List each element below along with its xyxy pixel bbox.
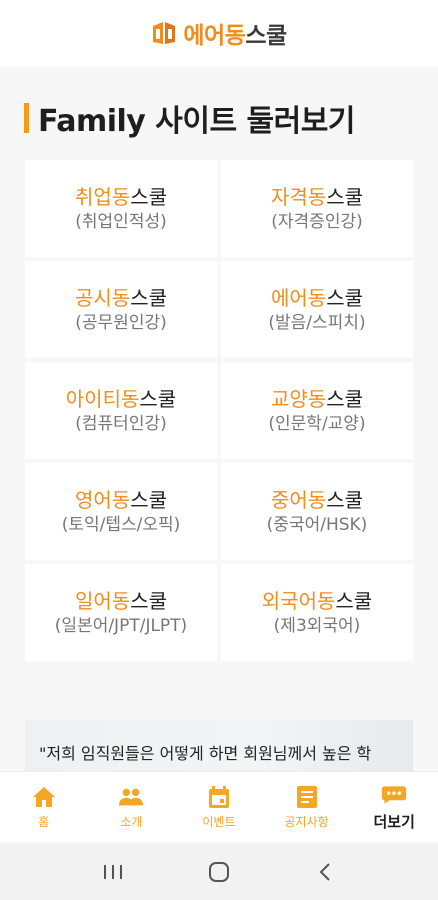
site-name: 외국어동스쿨 (261, 588, 373, 613)
nav-label: 더보기 (373, 813, 415, 831)
site-subtitle: (취업인적성) (75, 211, 167, 232)
back-button[interactable] (305, 857, 345, 887)
more-chat-icon (381, 783, 407, 807)
logo-mark-icon (153, 22, 176, 44)
nav-more[interactable]: 더보기 (350, 772, 438, 843)
site-subtitle: (컴퓨터인강) (75, 413, 167, 434)
site-subtitle: (자격증인강) (271, 211, 363, 232)
nav-event[interactable]: 이벤트 (175, 772, 263, 843)
site-card[interactable]: 공시동스쿨 (공무원인강) (25, 261, 217, 358)
site-name: 중어동스쿨 (270, 487, 363, 512)
title-accent-bar (24, 103, 29, 133)
notice-list-icon (294, 785, 320, 809)
home-system-button[interactable] (199, 857, 239, 887)
site-card[interactable]: 중어동스쿨 (중국어/HSK) (221, 463, 413, 560)
site-name: 취업동스쿨 (74, 184, 167, 209)
site-name: 영어동스쿨 (74, 487, 167, 512)
section-title: Family 사이트 둘러보기 (24, 96, 355, 140)
site-card[interactable]: 에어동스쿨 (발음/스피치) (221, 261, 413, 358)
site-subtitle: (공무원인강) (75, 312, 167, 333)
nav-label: 이벤트 (202, 815, 236, 829)
home-icon (31, 785, 57, 809)
nav-home[interactable]: 홈 (0, 772, 88, 843)
site-card[interactable]: 일어동스쿨 (일본어/JPT/JLPT) (25, 564, 217, 661)
site-name: 공시동스쿨 (74, 285, 167, 310)
people-icon (118, 785, 144, 809)
nav-label: 소개 (120, 815, 143, 829)
page-title: Family 사이트 둘러보기 (38, 104, 355, 139)
nav-notice[interactable]: 공지사항 (263, 772, 351, 843)
system-nav-bar (0, 843, 438, 900)
back-chevron-icon (319, 862, 330, 881)
site-card[interactable]: 외국어동스쿨 (제3외국어) (221, 564, 413, 661)
site-card[interactable]: 아이티동스쿨 (컴퓨터인강) (25, 362, 217, 459)
logo-text: 에어동스쿨 (183, 23, 287, 49)
site-card[interactable]: 자격동스쿨 (자격증인강) (221, 160, 413, 257)
bottom-nav: 홈 소개 이벤트 공지사항 더보기 (0, 771, 438, 843)
site-card[interactable]: 취업동스쿨 (취업인적성) (25, 160, 217, 257)
site-name: 아이티동스쿨 (65, 386, 177, 411)
site-subtitle: (중국어/HSK) (266, 514, 368, 535)
site-card[interactable]: 교양동스쿨 (인문학/교양) (221, 362, 413, 459)
nav-intro[interactable]: 소개 (88, 772, 176, 843)
site-name: 자격동스쿨 (270, 184, 363, 209)
site-subtitle: (인문학/교양) (268, 413, 366, 434)
site-subtitle: (토익/텝스/오픽) (61, 514, 181, 535)
nav-label: 홈 (38, 815, 50, 829)
recent-apps-button[interactable] (93, 857, 133, 887)
family-site-grid: 취업동스쿨 (취업인적성) 자격동스쿨 (자격증인강) 공시동스쿨 (공무원인강… (25, 160, 413, 661)
site-subtitle: (제3외국어) (273, 615, 361, 636)
home-circle-icon (209, 861, 229, 882)
site-subtitle: (발음/스피치) (268, 312, 366, 333)
site-subtitle: (일본어/JPT/JLPT) (54, 615, 188, 636)
logo[interactable]: 에어동스쿨 (151, 16, 287, 50)
nav-label: 공지사항 (284, 815, 329, 829)
calendar-icon (206, 785, 232, 809)
recent-apps-icon (104, 864, 122, 879)
site-name: 에어동스쿨 (270, 285, 363, 310)
site-card[interactable]: 영어동스쿨 (토익/텝스/오픽) (25, 463, 217, 560)
site-name: 일어동스쿨 (74, 588, 167, 613)
app-header: 에어동스쿨 (0, 0, 438, 66)
banner-quote-line1: "저희 임직원들은 어떻게 하면 회원님께서 높은 학 (39, 744, 372, 763)
site-name: 교양동스쿨 (270, 386, 363, 411)
